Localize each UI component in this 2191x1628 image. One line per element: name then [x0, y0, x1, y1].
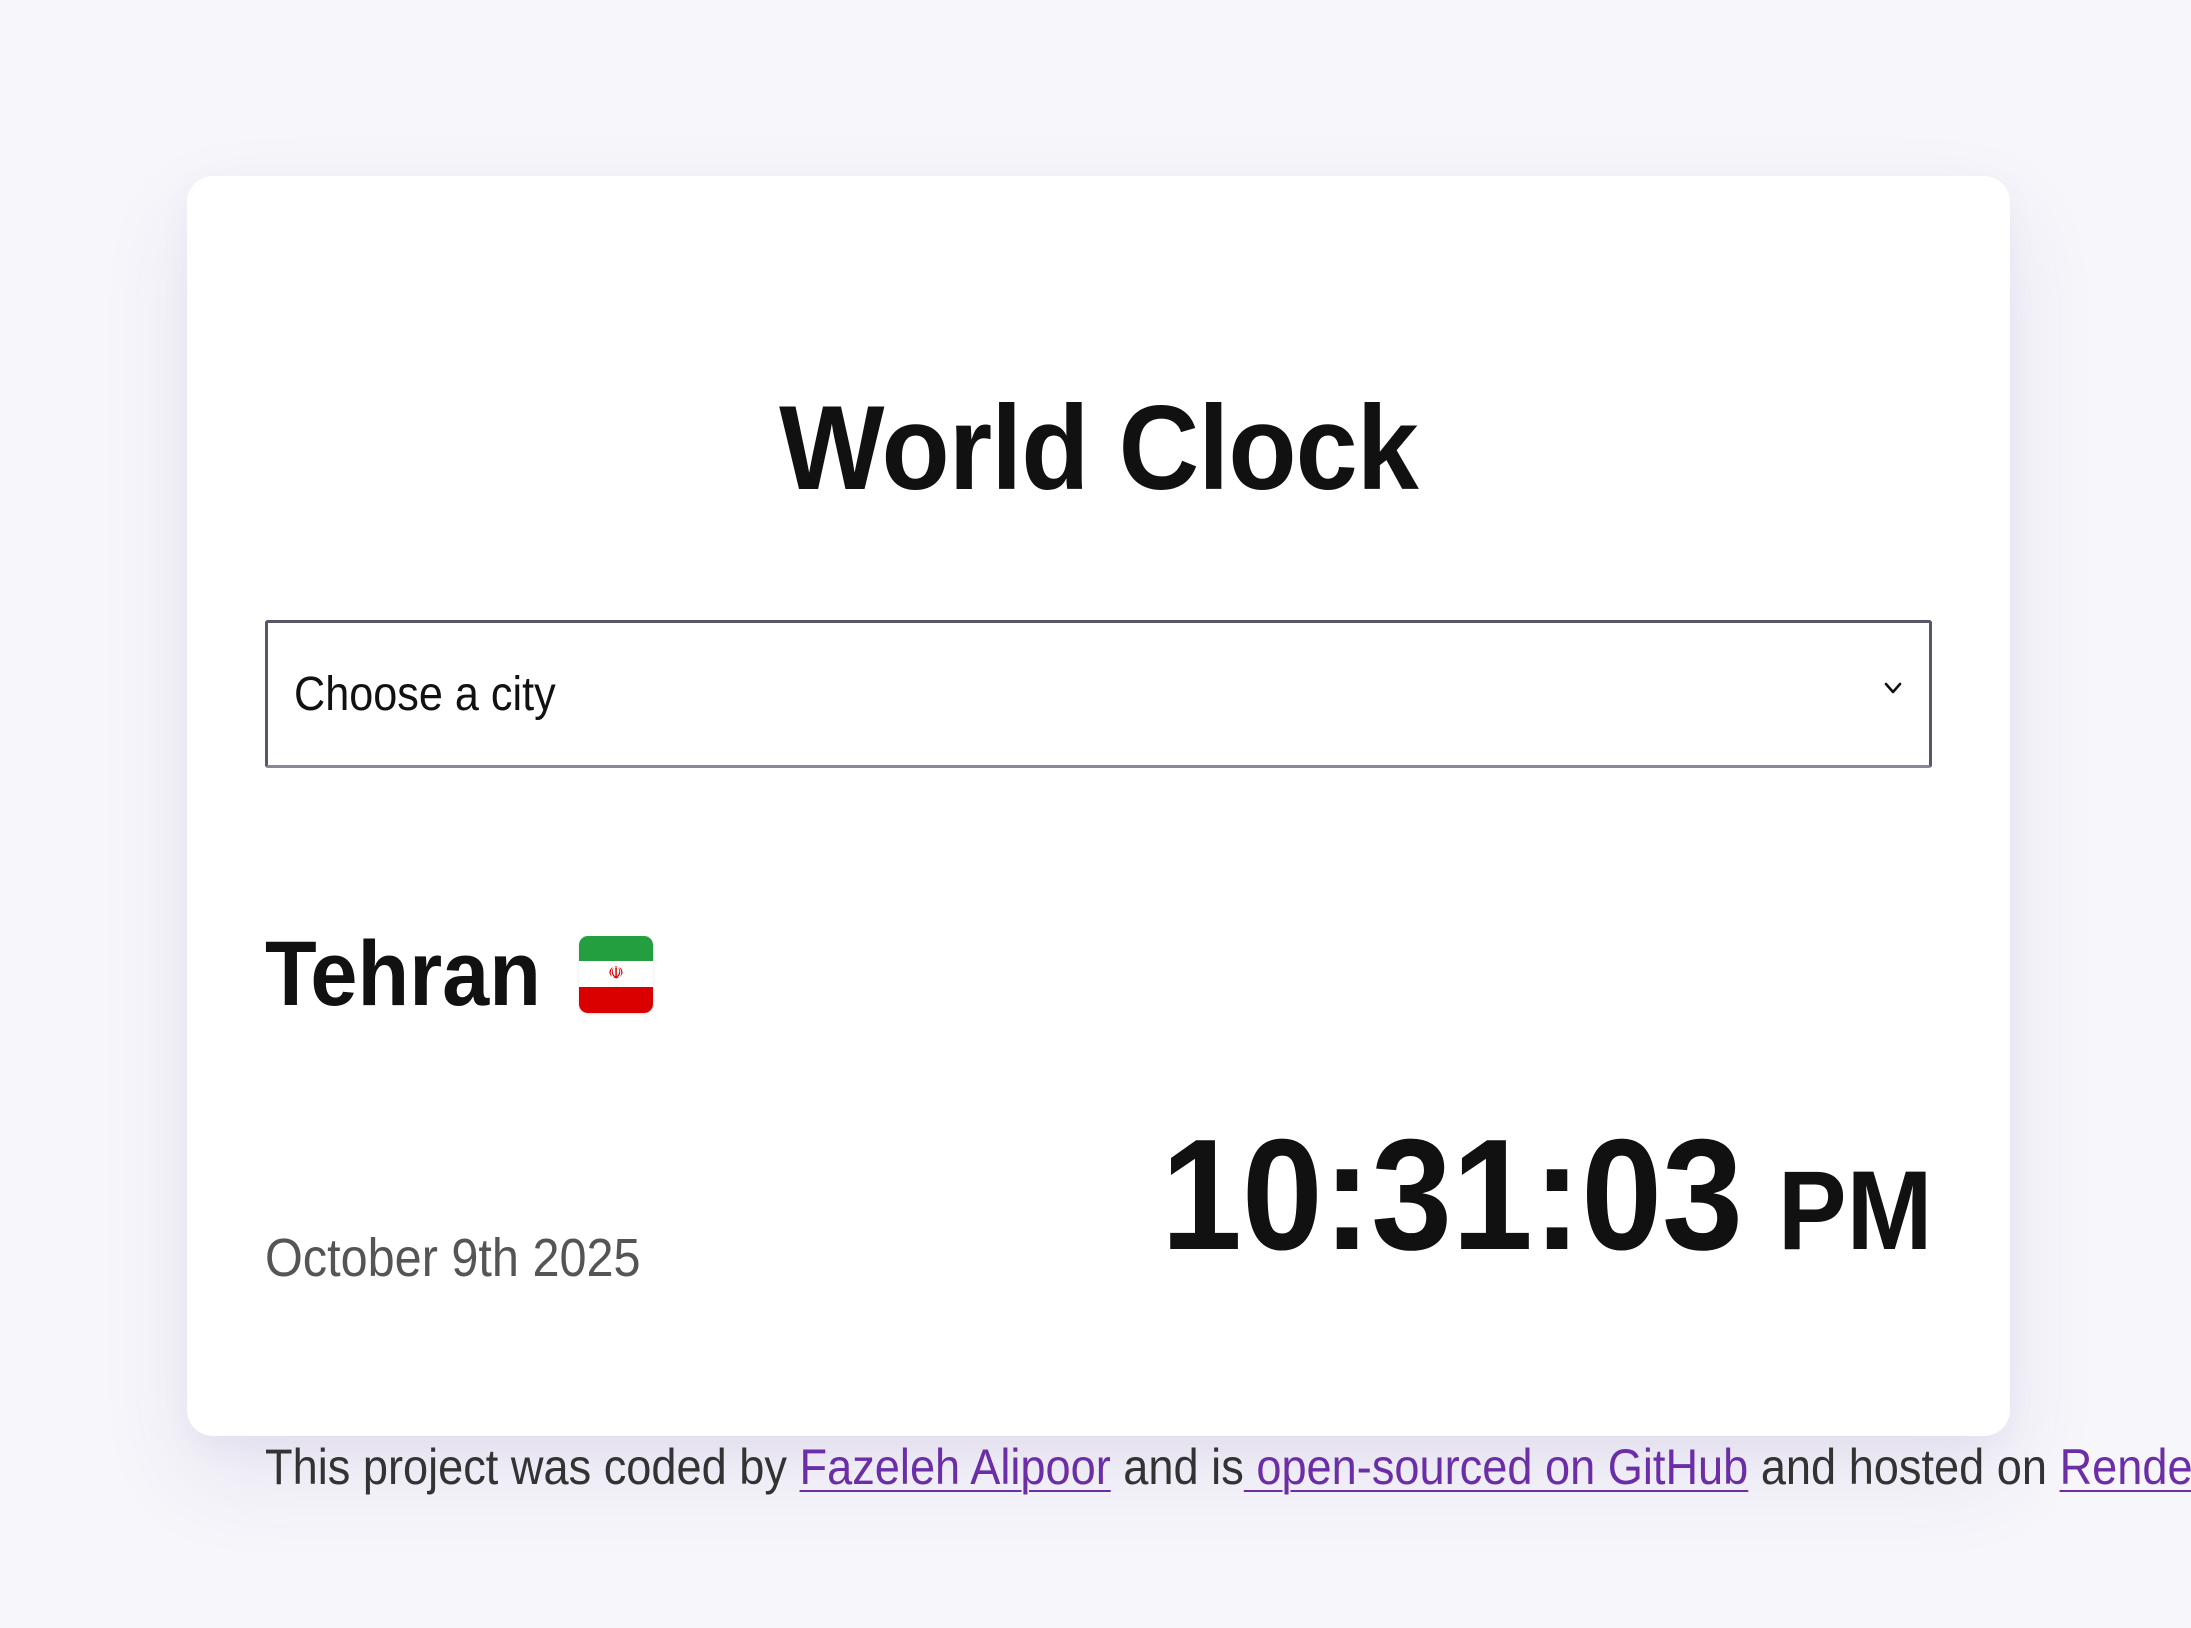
city-select[interactable]: Choose a city: [265, 620, 1932, 768]
city-header: Tehran ☫: [265, 928, 653, 1020]
footer-text: and hosted on: [1748, 1439, 2060, 1495]
city-time: 10:31:03 PM: [1161, 1116, 1932, 1274]
iran-flag-icon: ☫: [578, 935, 653, 1013]
time-value: 10:31:03: [1160, 1107, 1743, 1283]
footer-text: This project was coded by: [265, 1439, 800, 1495]
page-title: World Clock: [779, 381, 1419, 515]
city-select-value: Choose a city: [294, 667, 556, 721]
chevron-down-icon: [1884, 682, 1902, 694]
time-ampm: PM: [1777, 1148, 1932, 1273]
clock-card: World Clock Choose a city Tehran ☫ Octob…: [187, 176, 2191, 1492]
author-link[interactable]: Fazeleh Alipoor: [800, 1439, 1111, 1495]
footer-credits: This project was coded by Fazeleh Alipoo…: [265, 1439, 2191, 1495]
footer-text: and is: [1110, 1439, 1244, 1495]
city-name: Tehran: [265, 923, 541, 1025]
city-date: October 9th 2025: [265, 1228, 641, 1288]
github-link[interactable]: open-sourced on GitHub: [1244, 1439, 1748, 1495]
hosting-link[interactable]: Render: [2060, 1439, 2191, 1495]
